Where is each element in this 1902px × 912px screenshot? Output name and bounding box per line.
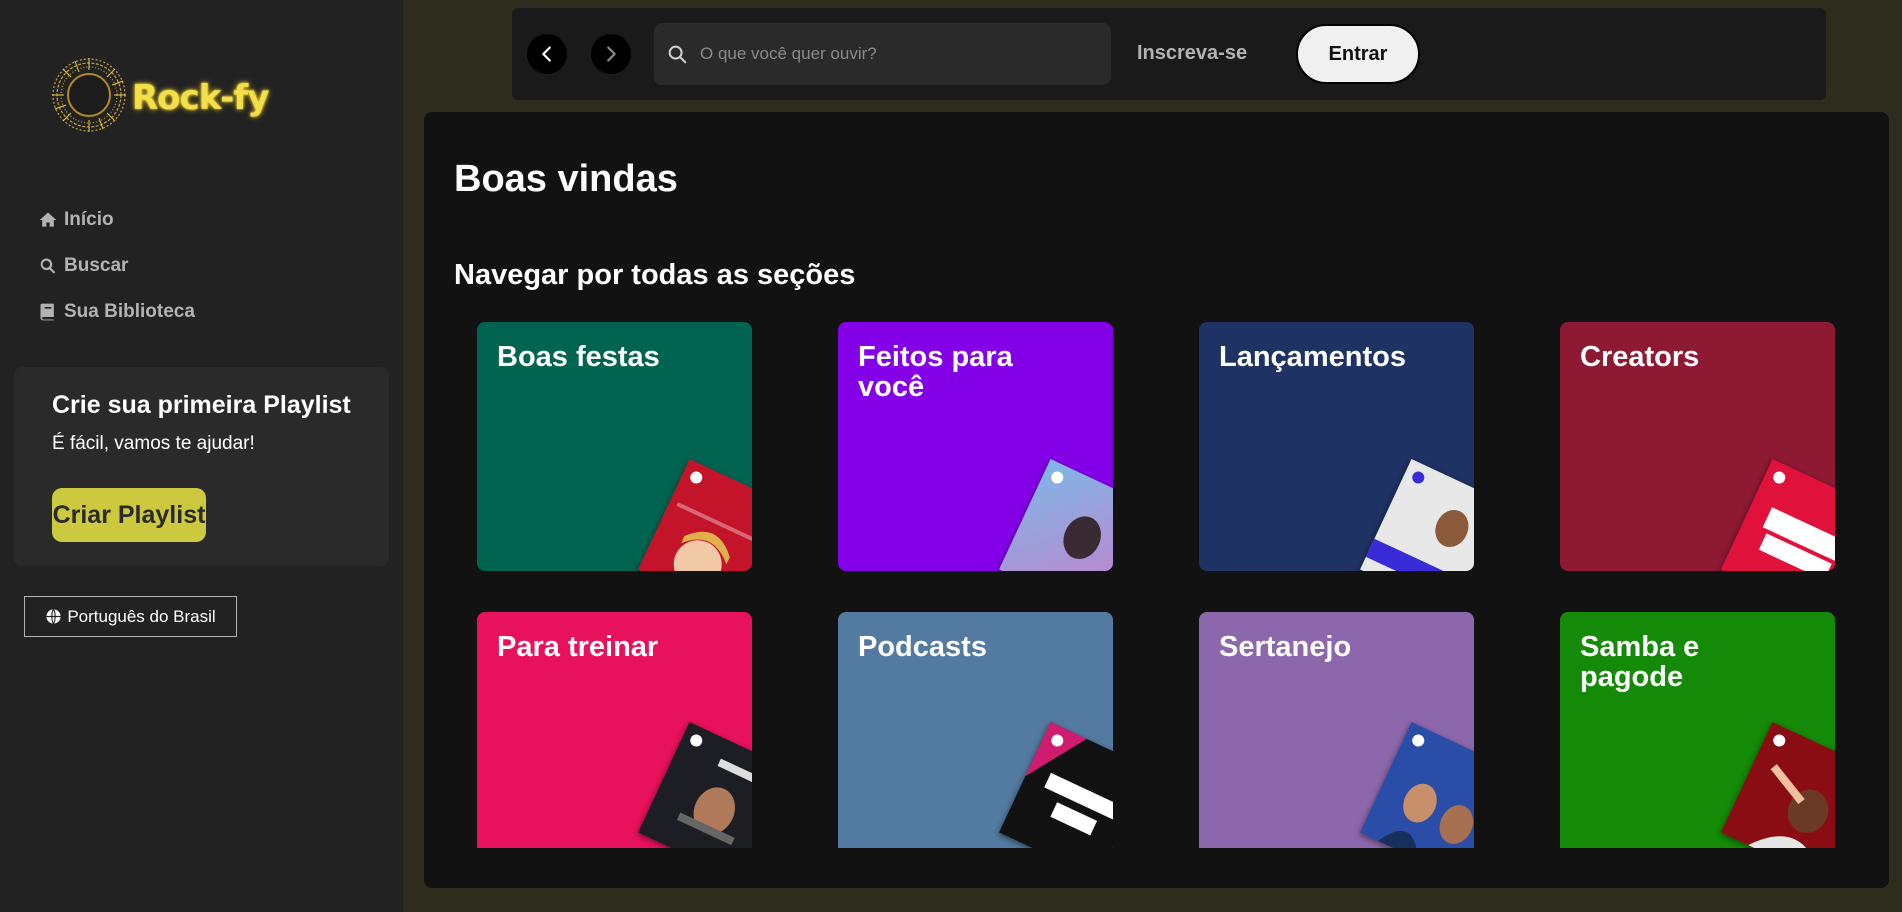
sidebar: Rock-fy Início Buscar Sua Biblioteca Cri… (0, 0, 403, 912)
card-cover-art (1720, 458, 1835, 571)
category-card-lancamentos[interactable]: Lançamentos (1199, 322, 1474, 571)
category-card-boas-festas[interactable]: Boas festas (477, 322, 752, 571)
library-icon (40, 303, 54, 321)
create-playlist-title: Crie sua primeira Playlist (52, 391, 351, 419)
sidebar-item-label: Início (64, 209, 114, 230)
card-cover-art (998, 458, 1113, 571)
category-card-creators[interactable]: Creators (1560, 322, 1835, 571)
brand-logo[interactable]: Rock-fy (50, 56, 270, 136)
pod-delas-cover-image (1720, 458, 1835, 571)
card-title: Para treinar (497, 631, 659, 663)
science-vs-cover-image (998, 721, 1113, 848)
category-card-para-treinar[interactable]: Para treinar (477, 612, 752, 848)
chevron-right-icon (607, 46, 616, 62)
category-card-feitos-para-voce[interactable]: Feitos para você (838, 322, 1113, 571)
back-button[interactable] (527, 34, 567, 74)
card-cover-art (637, 721, 752, 848)
card-title: Lançamentos (1219, 341, 1406, 373)
card-cover-art (1359, 458, 1474, 571)
pagode-cover-image (1720, 721, 1835, 848)
sidebar-item-label: Buscar (64, 255, 129, 276)
new-music-friday-cover-image (1359, 458, 1474, 571)
christmas-cover-image (637, 458, 752, 571)
home-icon (39, 212, 57, 227)
category-card-sertanejo[interactable]: Sertanejo (1199, 612, 1474, 848)
sidebar-nav: Início Buscar Sua Biblioteca (38, 208, 195, 346)
language-label: Português do Brasil (67, 606, 216, 626)
section-title: Navegar por todas as seções (454, 259, 856, 291)
create-playlist-card: Crie sua primeira Playlist É fácil, vamo… (14, 367, 389, 566)
category-card-samba-e-pagode[interactable]: Samba e pagode (1560, 612, 1835, 848)
card-title: Podcasts (858, 631, 987, 663)
chevron-left-icon (542, 46, 551, 62)
create-playlist-subtitle: É fácil, vamos te ajudar! (52, 433, 255, 454)
forward-button[interactable] (591, 34, 631, 74)
sidebar-item-label: Sua Biblioteca (64, 301, 195, 322)
card-title: Feitos para você (858, 341, 1013, 403)
brand-name: Rock-fy (132, 78, 269, 118)
create-playlist-button[interactable]: Criar Playlist (52, 488, 206, 542)
card-title: Boas festas (497, 341, 660, 373)
card-title: Sertanejo (1219, 631, 1352, 663)
search-bar[interactable] (654, 23, 1111, 85)
sidebar-item-biblioteca[interactable]: Sua Biblioteca (38, 300, 195, 324)
search-icon (40, 258, 56, 274)
sidebar-item-buscar[interactable]: Buscar (38, 254, 195, 278)
card-cover-art (637, 458, 752, 571)
search-input[interactable] (700, 38, 1100, 70)
language-button[interactable]: Português do Brasil (24, 596, 237, 637)
login-button[interactable]: Entrar (1296, 24, 1420, 84)
page-title: Boas vindas (454, 158, 678, 200)
search-icon (668, 45, 687, 64)
beast-mode-cover-image (637, 721, 752, 848)
globe-icon (46, 609, 61, 624)
category-card-podcasts[interactable]: Podcasts (838, 612, 1113, 848)
pop-mix-cover-image (998, 458, 1113, 571)
card-title: Creators (1580, 341, 1700, 373)
card-title: Samba e pagode (1580, 631, 1700, 693)
card-cover-art (998, 721, 1113, 848)
signup-link[interactable]: Inscreva-se (1137, 42, 1247, 65)
card-cover-art (1359, 721, 1474, 848)
main-content: Boas vindas Navegar por todas as seções … (424, 112, 1889, 888)
esquenta-sertanejo-cover-image (1359, 721, 1474, 848)
card-cover-art (1720, 721, 1835, 848)
sun-burst-logo-icon (52, 58, 126, 132)
sidebar-item-inicio[interactable]: Início (38, 208, 195, 232)
top-bar: Inscreva-se Entrar (512, 8, 1826, 100)
